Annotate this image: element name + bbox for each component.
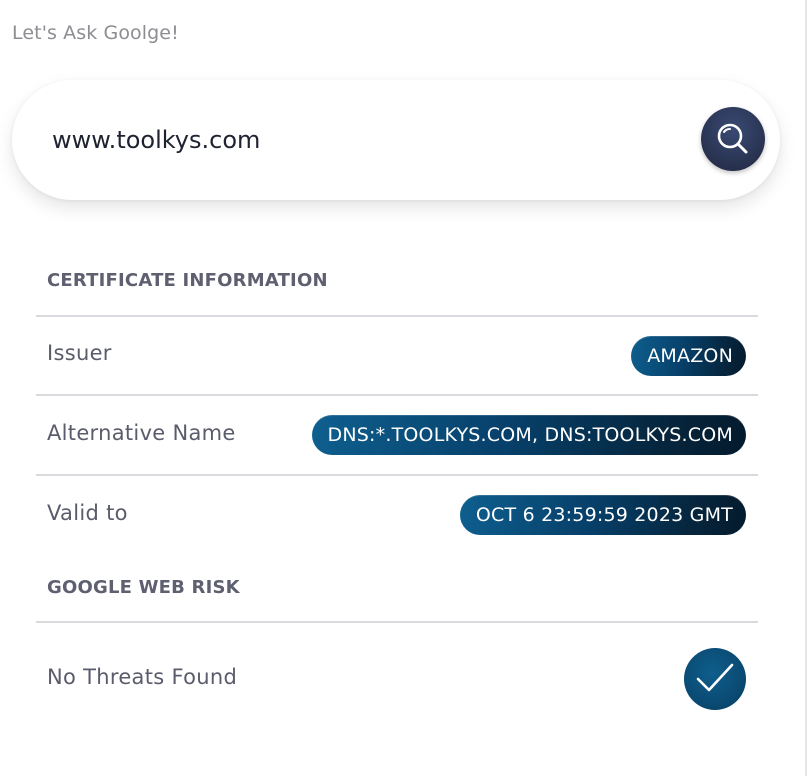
tagline: Let's Ask Goolge! — [12, 22, 179, 44]
valid-to-label: Valid to — [47, 501, 128, 525]
search-icon — [717, 123, 748, 154]
alternative-name-label: Alternative Name — [47, 421, 236, 445]
search-input[interactable] — [52, 120, 652, 160]
search-button[interactable] — [701, 107, 765, 171]
issuer-value-badge: AMAZON — [631, 336, 746, 376]
web-risk-section-title: GOOGLE WEB RISK — [47, 577, 240, 598]
divider — [36, 394, 758, 396]
valid-to-value-badge: OCT 6 23:59:59 2023 GMT — [459, 495, 746, 535]
alternative-name-value-badge: DNS:*.TOOLKYS.COM, DNS:TOOLKYS.COM — [311, 415, 746, 455]
divider — [36, 621, 758, 623]
divider — [36, 315, 758, 317]
issuer-label: Issuer — [47, 341, 112, 365]
search-bar — [12, 80, 780, 200]
divider — [36, 474, 758, 476]
page: Let's Ask Goolge! CERTIFICATE INFORMATIO… — [0, 0, 807, 776]
web-risk-status: No Threats Found — [47, 665, 238, 689]
certificate-section-title: CERTIFICATE INFORMATION — [47, 270, 328, 291]
check-icon — [696, 663, 734, 692]
status-check-badge — [684, 648, 746, 710]
